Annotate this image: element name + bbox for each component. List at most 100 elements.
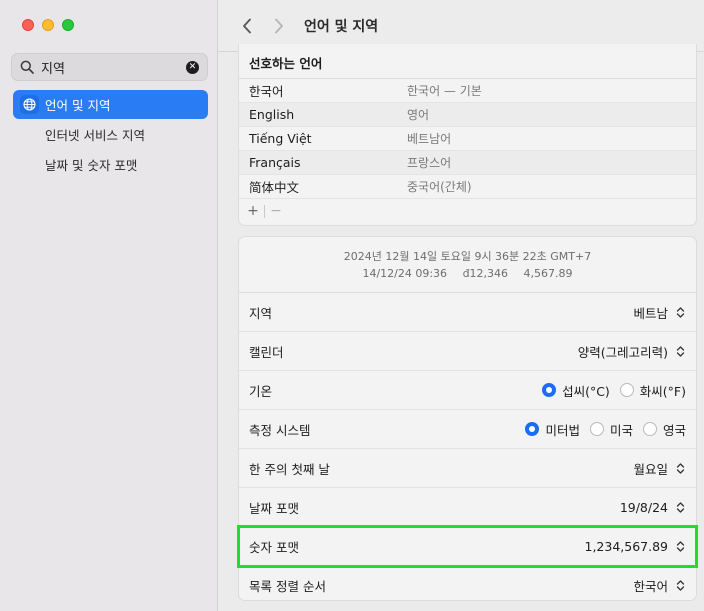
sidebar-item-date-number-format[interactable]: 날짜 및 숫자 포맷 [13, 150, 208, 179]
globe-icon [20, 95, 39, 114]
minimize-window-button[interactable] [42, 19, 54, 31]
radio-unselected-icon [642, 422, 657, 436]
row-label: 날짜 포맷 [249, 500, 299, 516]
language-row[interactable]: 한국어 한국어 — 기본 [239, 79, 696, 103]
format-preview: 2024년 12월 14일 토요일 9시 36분 22초 GMT+7 14/12… [239, 237, 696, 293]
number-format-row: 숫자 포맷 1,234,567.89 [237, 525, 698, 568]
radio-label: 미터법 [545, 422, 580, 438]
date-format-popup[interactable]: 19/8/24 [620, 499, 686, 515]
date-format-value: 19/8/24 [619, 499, 668, 515]
updown-chevron-icon [674, 578, 686, 594]
row-label: 기온 [249, 383, 273, 399]
radio-uk[interactable]: 영국 [642, 420, 686, 439]
search-field[interactable]: ✕ [11, 53, 208, 81]
sidebar-item-internet-region[interactable]: 인터넷 서비스 지역 [13, 120, 208, 149]
temperature-radio-group: 섭씨(°C) 화씨(°F) [542, 381, 686, 400]
language-name: Tiếng Việt [249, 131, 312, 146]
preview-currency: đ12,346 [462, 267, 509, 280]
divider [264, 204, 265, 218]
preferred-languages-list: 선호하는 언어 한국어 한국어 — 기본 English 영어 Tiếng Vi… [238, 44, 697, 226]
preview-full-date: 2024년 12월 14일 토요일 9시 36분 22초 GMT+7 [343, 250, 592, 263]
add-language-button[interactable]: + [245, 203, 261, 219]
radio-label: 화씨(°F) [639, 383, 686, 399]
calendar-row: 캘린더 양력(그레고리력) [239, 332, 696, 371]
row-label: 한 주의 첫째 날 [249, 461, 330, 477]
calendar-popup[interactable]: 양력(그레고리력) [578, 342, 686, 361]
section-header: 선호하는 언어 [239, 44, 696, 79]
row-label: 숫자 포맷 [249, 539, 299, 555]
radio-fahrenheit[interactable]: 화씨(°F) [619, 381, 686, 400]
language-description: 중국어(간체) [407, 180, 472, 194]
sort-order-row: 목록 정렬 순서 한국어 [239, 566, 696, 605]
language-row[interactable]: English 영어 [239, 103, 696, 127]
updown-chevron-icon [674, 460, 686, 476]
radio-us[interactable]: 미국 [589, 420, 633, 439]
main-pane: 언어 및 지역 선호하는 언어 한국어 한국어 — 기본 English 영어 … [218, 0, 704, 611]
region-value: 베트남 [633, 305, 668, 321]
language-row[interactable]: Tiếng Việt 베트남어 [239, 127, 696, 151]
list-actions: + − [239, 199, 696, 223]
updown-chevron-icon [674, 343, 686, 359]
updown-chevron-icon [674, 499, 686, 515]
region-popup[interactable]: 베트남 [633, 303, 686, 322]
language-description: 한국어 — 기본 [407, 84, 482, 98]
calendar-value: 양력(그레고리력) [577, 344, 668, 360]
forward-button[interactable] [270, 17, 288, 35]
search-icon [20, 60, 34, 74]
sort-order-value: 한국어 [633, 579, 668, 594]
chevron-left-icon [243, 18, 251, 33]
language-description: 프랑스어 [407, 156, 452, 170]
row-label: 목록 정렬 순서 [249, 579, 326, 594]
region-row: 지역 베트남 [239, 293, 696, 332]
region-settings-group: 2024년 12월 14일 토요일 9시 36분 22초 GMT+7 14/12… [237, 236, 698, 601]
radio-selected-icon [525, 422, 540, 436]
sidebar: ✕ 언어 및 지역 인터넷 서비스 지역 날짜 및 숫자 포맷 [0, 0, 218, 611]
radio-label: 섭씨(°C) [562, 383, 610, 399]
sidebar-nav: 언어 및 지역 인터넷 서비스 지역 날짜 및 숫자 포맷 [13, 90, 208, 180]
number-format-value: 1,234,567.89 [584, 538, 669, 554]
number-format-popup[interactable]: 1,234,567.89 [585, 538, 687, 554]
search-input[interactable] [41, 59, 186, 75]
temperature-row: 기온 섭씨(°C) 화씨(°F) [239, 371, 696, 410]
clear-search-icon[interactable]: ✕ [186, 60, 199, 74]
preview-short-values: 14/12/24 09:36 đ12,346 4,567.89 [239, 265, 696, 282]
language-description: 베트남어 [407, 132, 452, 146]
language-description: 영어 [407, 108, 430, 122]
close-window-button[interactable] [22, 19, 34, 31]
zoom-window-button[interactable] [62, 19, 74, 31]
date-format-row: 날짜 포맷 19/8/24 [239, 488, 696, 527]
language-name: Français [249, 155, 301, 170]
remove-language-button[interactable]: − [268, 203, 284, 219]
language-row[interactable]: Français 프랑스어 [239, 151, 696, 175]
radio-celsius[interactable]: 섭씨(°C) [542, 381, 610, 400]
back-button[interactable] [238, 17, 256, 35]
language-row[interactable]: 简体中文 중국어(간체) [239, 175, 696, 199]
row-label: 지역 [249, 305, 273, 321]
radio-selected-icon [542, 383, 557, 397]
radio-label: 영국 [662, 422, 686, 438]
sidebar-item-language-region[interactable]: 언어 및 지역 [13, 90, 208, 119]
updown-chevron-icon [674, 304, 686, 320]
language-name: 简体中文 [249, 180, 300, 195]
first-day-row: 한 주의 첫째 날 월요일 [239, 449, 696, 488]
window-controls [22, 19, 74, 31]
row-label: 캘린더 [249, 344, 284, 360]
radio-unselected-icon [619, 383, 634, 397]
radio-metric[interactable]: 미터법 [525, 420, 580, 439]
sidebar-item-label: 날짜 및 숫자 포맷 [45, 158, 138, 173]
sort-order-popup[interactable]: 한국어 [633, 576, 686, 595]
updown-chevron-icon [674, 538, 686, 554]
measurement-radio-group: 미터법 미국 영국 [525, 420, 686, 439]
measurement-row: 측정 시스템 미터법 미국 영국 [239, 410, 696, 449]
language-name: 한국어 [249, 84, 284, 99]
radio-label: 미국 [609, 422, 633, 438]
first-day-popup[interactable]: 월요일 [633, 459, 686, 478]
radio-unselected-icon [589, 422, 604, 436]
row-label: 측정 시스템 [249, 422, 311, 438]
preview-short-date: 14/12/24 09:36 [362, 267, 448, 280]
page-title: 언어 및 지역 [304, 18, 379, 35]
sidebar-item-label: 언어 및 지역 [45, 98, 111, 113]
first-day-value: 월요일 [633, 461, 668, 477]
preview-number: 4,567.89 [523, 267, 573, 280]
language-name: English [249, 107, 295, 122]
